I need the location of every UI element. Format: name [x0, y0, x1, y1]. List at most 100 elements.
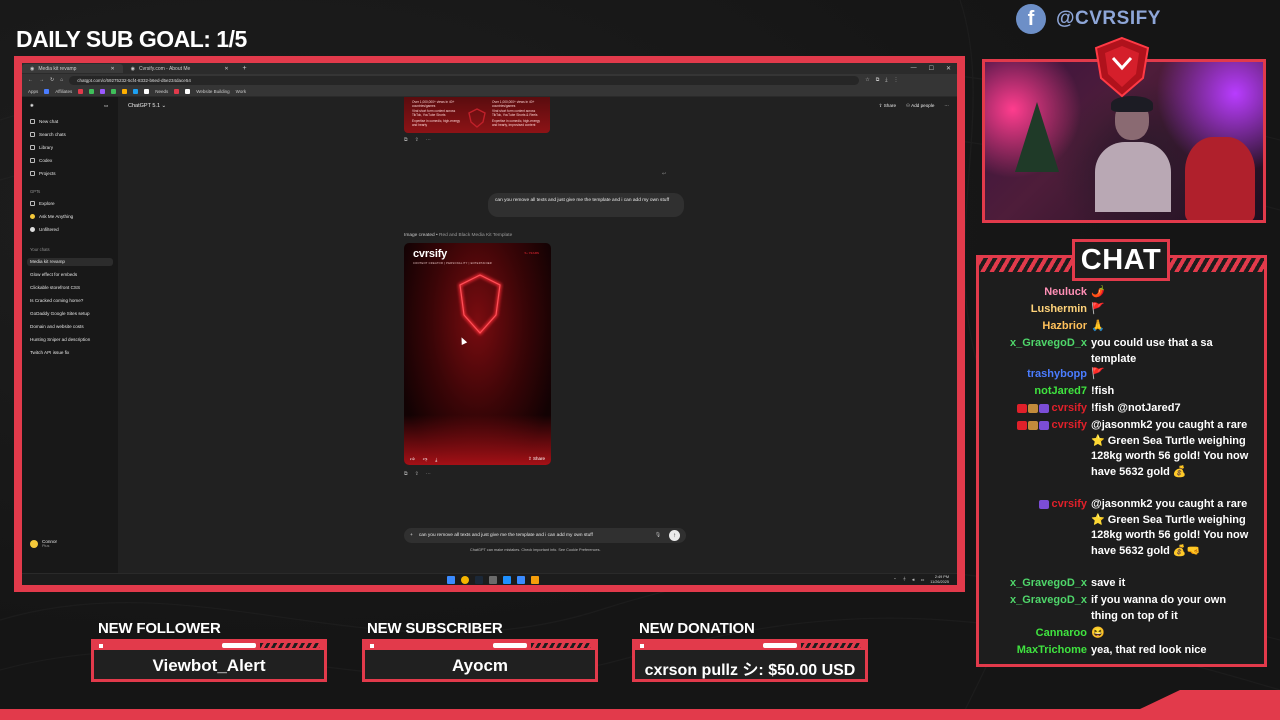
copy-icon[interactable]: ⧉ — [404, 471, 408, 477]
chat-username[interactable]: cvrsify — [979, 497, 1091, 559]
bookmark-icon[interactable] — [100, 88, 106, 94]
forward-icon[interactable]: → — [39, 77, 44, 83]
bookmark-icon[interactable] — [174, 88, 180, 94]
sidebar-search-chats[interactable]: Search chats — [30, 132, 66, 137]
browser-tab[interactable]: ◉ Cvrsify.com - About Me ✕ — [123, 64, 237, 73]
chat-username[interactable]: Lushermin — [979, 302, 1091, 318]
chat-username[interactable]: x_GravegoD_x — [979, 593, 1091, 624]
chat-username[interactable]: Neuluck — [979, 285, 1091, 301]
generated-image[interactable]: cvrsify CONTENT CREATOR | PERSONALITY | … — [404, 243, 551, 465]
reload-icon[interactable]: ↻ — [50, 77, 54, 83]
chat-username[interactable]: Hazbrior — [979, 319, 1091, 335]
sidebar-chat-item[interactable]: Twitch API issue fix — [30, 350, 69, 355]
sidebar-chat-item[interactable]: Is Cracked coming home? — [30, 298, 83, 303]
bookmark-icon[interactable] — [185, 88, 191, 94]
edit-message-icon[interactable]: ↩ — [662, 171, 666, 177]
sidebar-chat-item[interactable]: Domain and website costs — [30, 324, 84, 329]
more-icon[interactable]: ⋯ — [426, 137, 431, 143]
tab-close-icon[interactable]: ✕ — [110, 66, 114, 72]
clock[interactable]: 2:49 PM 11/26/2025 — [930, 575, 949, 584]
sidebar-chat-item[interactable]: Media kit revamp — [30, 259, 65, 264]
close-window-icon[interactable]: ✕ — [946, 65, 951, 72]
start-icon[interactable] — [447, 576, 455, 584]
alert-stripe — [94, 642, 324, 650]
app-icon[interactable] — [503, 576, 511, 584]
composer-input[interactable]: can you remove all texts and just give m… — [419, 533, 593, 538]
plus-icon[interactable]: + — [410, 533, 413, 538]
app-icon[interactable] — [489, 576, 497, 584]
sidebar-chat-item[interactable]: GoDaddy Google Sites setup — [30, 311, 90, 316]
image-share-button[interactable]: ⇪ Share — [528, 456, 545, 462]
send-button[interactable]: ↑ — [669, 530, 680, 541]
chat-username[interactable]: Cannaroo — [979, 626, 1091, 642]
bookmark-apps[interactable]: Apps — [28, 89, 38, 94]
microphone-icon[interactable]: 🎙︎ — [655, 533, 661, 538]
openai-logo-icon[interactable]: ✺ — [30, 103, 34, 109]
home-icon[interactable]: ⌂ — [60, 77, 63, 83]
previous-generated-image[interactable]: Over 1,000,000+ views in 40+ countries/g… — [404, 97, 550, 133]
minimize-icon[interactable]: — — [911, 65, 917, 72]
app-icon[interactable] — [531, 576, 539, 584]
chat-username[interactable]: MaxTrichome — [979, 643, 1091, 659]
battery-icon[interactable]: ▭ — [921, 577, 925, 582]
browser-tab-active[interactable]: ◉ Media kit revamp ✕ — [22, 64, 123, 73]
thumbs-down-icon[interactable]: 👎︎ — [423, 456, 428, 462]
tray-chevron-icon[interactable]: ⌃ — [893, 577, 896, 582]
bookmark-star-icon[interactable]: ☆ — [865, 77, 869, 83]
chat-composer[interactable]: + can you remove all texts and just give… — [404, 528, 686, 543]
share-icon[interactable]: ⇪ — [415, 137, 419, 143]
more-options-icon[interactable]: ⋯ — [944, 103, 949, 109]
maximize-icon[interactable]: ☐ — [929, 65, 934, 72]
downloads-icon[interactable]: ⤓ — [885, 77, 887, 83]
bookmark-website-building[interactable]: Website Building — [196, 89, 229, 94]
tab-close-icon[interactable]: ✕ — [224, 66, 228, 72]
sidebar-gpt-item[interactable]: Ask Me Anything — [30, 214, 73, 219]
bookmark-icon[interactable] — [89, 88, 95, 94]
chat-username[interactable]: trashybopp — [979, 367, 1091, 383]
sidebar-chat-item[interactable]: Clickable storefront CSS — [30, 285, 80, 290]
chat-username[interactable]: x_GravegoD_x — [979, 576, 1091, 592]
sidebar-chat-item[interactable]: Hunting Sniper ad description — [30, 337, 90, 342]
bookmark-icon[interactable] — [133, 88, 139, 94]
app-icon[interactable] — [517, 576, 525, 584]
share-button[interactable]: ⇪ Share — [879, 103, 896, 109]
share-icon[interactable]: ⇪ — [415, 471, 419, 477]
sidebar-gpt-item[interactable]: Unfiltered — [30, 227, 59, 232]
back-icon[interactable]: ← — [28, 77, 33, 83]
chat-username[interactable]: cvrsify — [979, 418, 1091, 480]
bookmark-icon[interactable] — [111, 88, 117, 94]
bookmark-icon[interactable] — [144, 88, 150, 94]
profile-button[interactable]: Connor Plus — [30, 539, 57, 549]
volume-icon[interactable]: 🔊︎ — [912, 578, 914, 582]
extensions-icon[interactable]: ⧉ — [876, 77, 880, 83]
sidebar-projects[interactable]: Projects — [30, 171, 56, 176]
bookmark-affiliates[interactable]: Affiliates — [55, 89, 72, 94]
sidebar-codex[interactable]: Codex — [30, 158, 52, 163]
chrome-icon[interactable] — [461, 576, 469, 584]
model-selector[interactable]: ChatGPT 5.1 ⌄ — [128, 103, 166, 109]
chatgpt-sidebar: ✺ ▭ New chat Search chats Library Codex … — [22, 97, 118, 573]
add-people-button[interactable]: ⚇ Add people — [906, 103, 934, 109]
more-icon[interactable]: ⋯ — [426, 471, 431, 477]
bookmark-needs[interactable]: Needs — [155, 89, 168, 94]
menu-icon[interactable]: ⋮ — [894, 77, 899, 83]
bookmark-icon[interactable] — [44, 88, 50, 94]
sidebar-new-chat[interactable]: New chat — [30, 119, 58, 124]
bookmark-icon[interactable] — [78, 88, 84, 94]
chat-username[interactable]: cvrsify — [979, 401, 1091, 417]
bookmark-icon[interactable] — [122, 88, 128, 94]
sidebar-library[interactable]: Library — [30, 145, 53, 150]
download-icon[interactable]: ⤓ — [435, 457, 437, 462]
url-field[interactable]: chatgpt.com/c/69275232-5cf4-8332-b6ed-d5… — [69, 75, 860, 85]
new-tab-icon[interactable]: + — [243, 65, 247, 72]
chat-username[interactable]: notJared7 — [979, 384, 1091, 400]
sidebar-explore[interactable]: Explore — [30, 201, 55, 206]
thumbs-up-icon[interactable]: 👍︎ — [410, 456, 415, 462]
copy-icon[interactable]: ⧉ — [404, 137, 408, 143]
chat-username[interactable]: x_GravegoD_x — [979, 336, 1091, 367]
network-icon[interactable]: ⏚ — [902, 577, 906, 582]
sidebar-toggle-icon[interactable]: ▭ — [104, 103, 108, 109]
steam-icon[interactable] — [475, 576, 483, 584]
sidebar-chat-item[interactable]: Glow effect for embeds — [30, 272, 77, 277]
bookmark-work[interactable]: Work — [236, 89, 246, 94]
